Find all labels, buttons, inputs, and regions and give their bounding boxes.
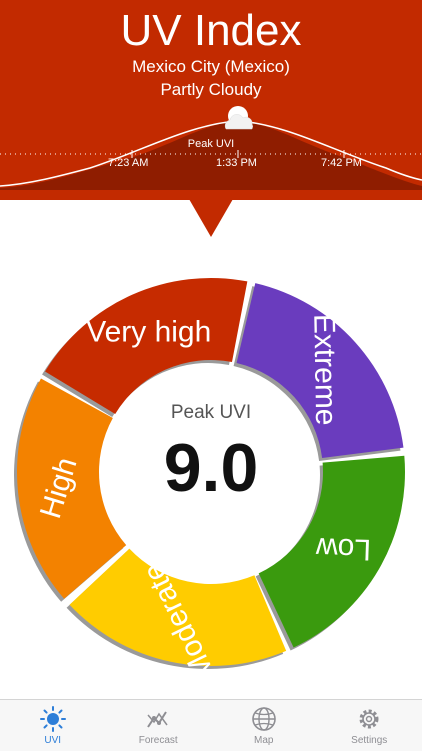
globe-icon	[250, 705, 278, 733]
peak-uvi-label: Peak UVI	[0, 138, 422, 150]
tab-label: Forecast	[139, 735, 178, 746]
daylight-area	[0, 121, 422, 190]
sun-path-graphic	[0, 100, 422, 200]
location-label[interactable]: Mexico City (Mexico)	[0, 57, 422, 77]
weather-condition: Partly Cloudy	[0, 80, 422, 100]
sun-icon	[39, 705, 67, 733]
header-pointer	[189, 199, 233, 237]
sun-cloud-icon	[225, 106, 253, 129]
gauge-center-title: Peak UVI	[0, 402, 422, 424]
tab-label: Map	[254, 735, 273, 746]
sunset-time: 7:42 PM	[321, 157, 362, 170]
tab-map[interactable]: Map	[211, 700, 317, 751]
tab-settings[interactable]: Settings	[317, 700, 422, 751]
tab-forecast[interactable]: Forecast	[106, 700, 212, 751]
gear-icon	[355, 705, 383, 733]
app-title: UV Index	[0, 6, 422, 56]
tab-label: Settings	[351, 735, 387, 746]
tab-label: UVI	[44, 735, 61, 746]
sunrise-time: 7:23 AM	[108, 157, 148, 170]
chart-line-icon	[144, 705, 172, 733]
uv-segment-label: Very high	[86, 316, 211, 349]
tab-uvi[interactable]: UVI	[0, 700, 106, 751]
peak-time: 1:33 PM	[216, 157, 257, 170]
uv-segment-label: Low	[315, 531, 371, 566]
uv-index-value: 9.0	[0, 428, 422, 508]
tab-bar: UVI Forecast Map Settings	[0, 699, 422, 751]
